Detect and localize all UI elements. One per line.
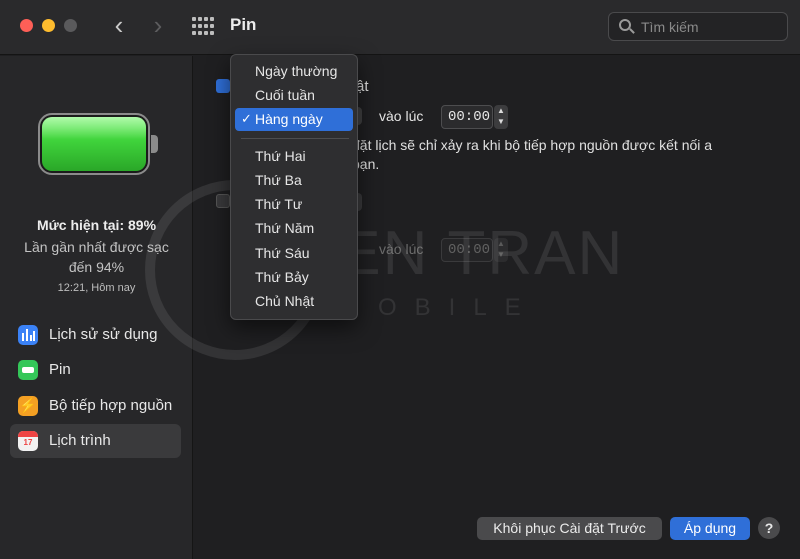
sidebar-item-usage-history[interactable]: Lịch sử sử dụng <box>10 318 181 352</box>
schedule-start-checkbox[interactable] <box>216 79 230 93</box>
sidebar-item-label: Bộ tiếp hợp nguồn <box>49 397 173 414</box>
watermark-text: IEN TRAN <box>320 219 625 288</box>
menu-item-monday[interactable]: Thứ Hai <box>235 145 353 168</box>
day-dropdown-menu: Ngày thường Cuối tuần ✓ Hàng ngày Thứ Ha… <box>230 54 358 320</box>
menu-item-thursday[interactable]: Thứ Năm <box>235 217 353 240</box>
sidebar-item-label: Lịch sử sử dụng <box>49 326 158 343</box>
menu-item-friday[interactable]: Thứ Sáu <box>235 242 353 265</box>
menu-item-weekends[interactable]: Cuối tuần <box>235 84 353 107</box>
at-time-label: vào lúc <box>379 108 424 124</box>
show-all-grid-icon[interactable] <box>192 17 214 37</box>
menu-separator <box>241 138 349 139</box>
restore-defaults-button[interactable]: Khôi phục Cài đặt Trước <box>477 517 662 540</box>
forward-chevron-icon[interactable]: › <box>146 12 170 40</box>
apply-button[interactable]: Áp dụng <box>670 517 750 540</box>
minimize-window-button[interactable] <box>42 19 55 32</box>
menu-item-weekdays[interactable]: Ngày thường <box>235 60 353 83</box>
usage-history-icon <box>18 325 38 345</box>
start-time-field[interactable]: 00:00 <box>441 105 493 129</box>
zoom-window-button[interactable] <box>64 19 77 32</box>
sidebar-item-schedule[interactable]: 17 Lịch trình <box>10 424 181 458</box>
start-time-stepper[interactable]: ▲ ▼ <box>494 105 508 129</box>
title-bar: ‹ › Pin <box>0 0 800 55</box>
close-window-button[interactable] <box>20 19 33 32</box>
search-input[interactable] <box>641 17 781 37</box>
search-icon <box>619 19 635 35</box>
schedule-icon: 17 <box>18 431 38 451</box>
back-chevron-icon[interactable]: ‹ <box>107 12 131 40</box>
power-adapter-icon: ⚡ <box>18 396 38 416</box>
window-title: Pin <box>230 15 257 34</box>
schedule-note: đặt lịch sẽ chỉ xảy ra khi bộ tiếp hợp n… <box>352 137 713 172</box>
menu-item-tuesday[interactable]: Thứ Ba <box>235 169 353 192</box>
menu-item-saturday[interactable]: Thứ Bảy <box>235 266 353 289</box>
sidebar-item-power-adapter[interactable]: ⚡ Bộ tiếp hợp nguồn <box>10 389 181 423</box>
menu-item-every-day[interactable]: ✓ Hàng ngày <box>235 108 353 131</box>
watermark-subtext: MOBILE <box>340 294 539 321</box>
sidebar-item-label: Pin <box>49 361 71 378</box>
menu-item-sunday[interactable]: Chủ Nhật <box>235 290 353 313</box>
search-field[interactable] <box>608 12 788 41</box>
battery-level-icon <box>38 113 158 175</box>
checkmark-icon: ✓ <box>241 111 252 126</box>
battery-icon <box>18 360 38 380</box>
menu-item-wednesday[interactable]: Thứ Tư <box>235 193 353 216</box>
sidebar-item-battery[interactable]: Pin <box>10 353 181 387</box>
help-button[interactable]: ? <box>758 517 780 539</box>
sidebar-item-label: Lịch trình <box>49 432 111 449</box>
